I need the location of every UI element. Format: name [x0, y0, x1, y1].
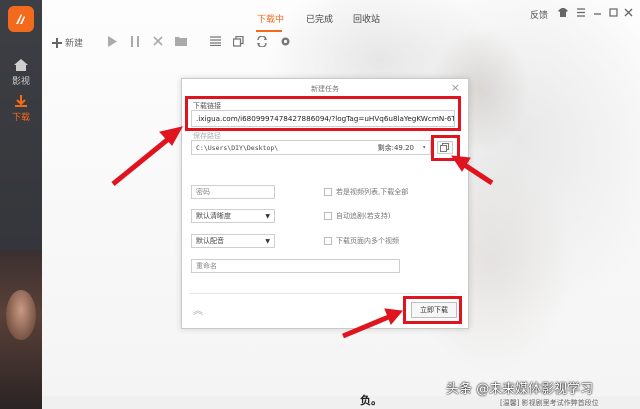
bottom-news-text: [温馨] 影视剧里考试作弊首段位 [500, 399, 599, 407]
annotation-arrow [384, 308, 403, 325]
bottom-caption-text: 负。 [360, 394, 382, 407]
watermark-text: 头条 @未来媒体影视学习 [446, 382, 594, 397]
annotation-arrows [111, 126, 494, 339]
annotation-arrow [111, 134, 174, 186]
annotation-arrow [342, 313, 392, 339]
